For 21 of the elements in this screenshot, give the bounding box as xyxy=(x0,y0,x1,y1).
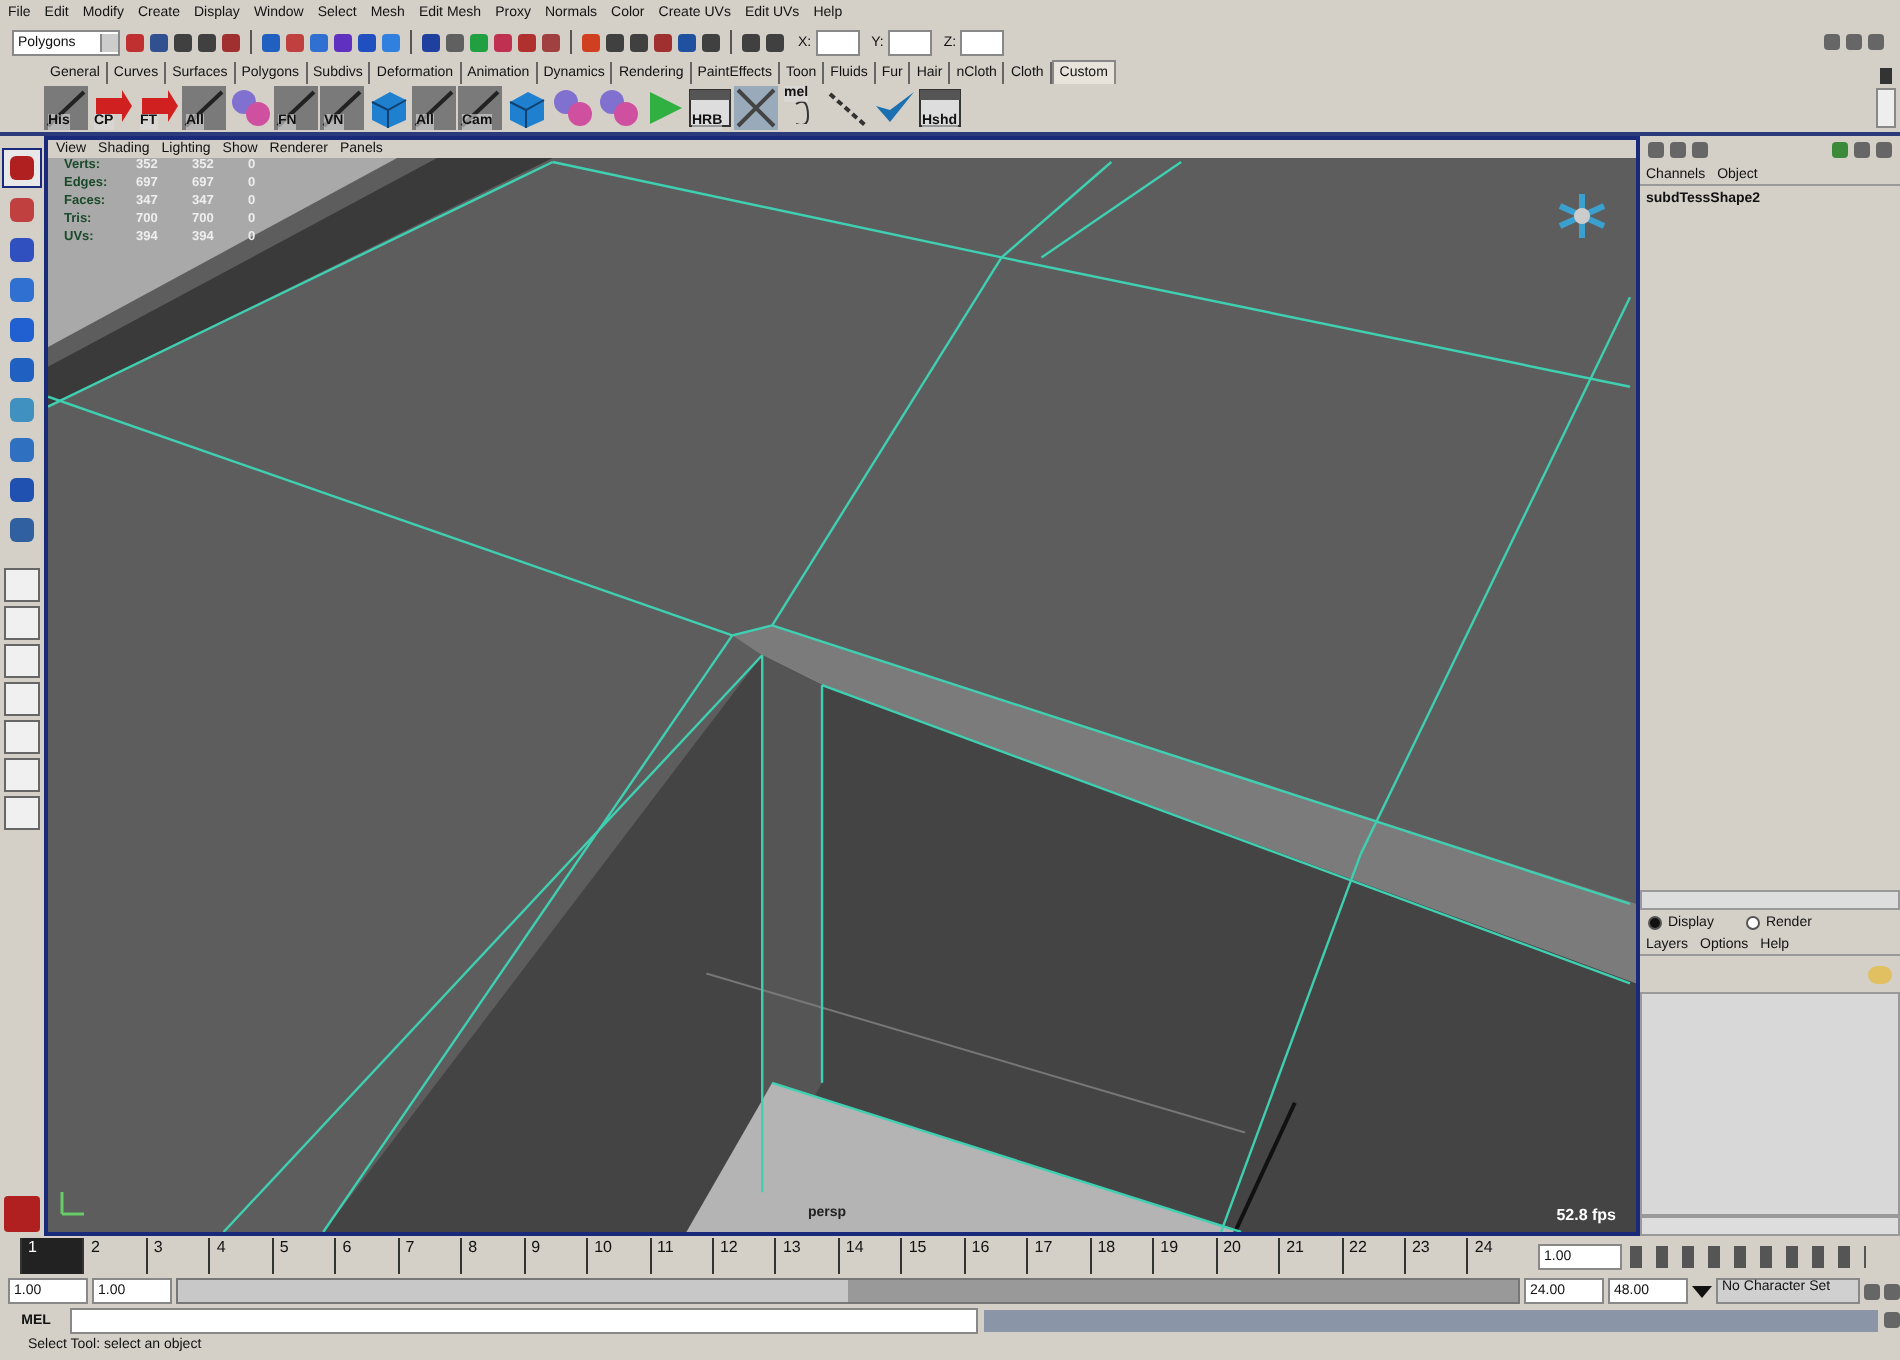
axis-icon xyxy=(56,1188,88,1220)
coordinate-field[interactable] xyxy=(815,29,860,55)
range-slider[interactable] xyxy=(176,1278,1520,1304)
fps-readout: 52.8 fps xyxy=(1556,1206,1616,1224)
layout-icon[interactable] xyxy=(4,606,40,640)
layout-icon[interactable] xyxy=(4,758,40,792)
tool-icon[interactable] xyxy=(4,472,40,508)
shelf-button[interactable] xyxy=(366,86,410,130)
coordinate-field[interactable] xyxy=(887,29,932,55)
layout-icon[interactable] xyxy=(4,644,40,678)
tool-icon[interactable] xyxy=(2,148,42,188)
shelf-button[interactable] xyxy=(734,86,778,130)
layout-icon[interactable] xyxy=(4,720,40,754)
coordinate-field[interactable] xyxy=(960,29,1005,55)
curl-icon xyxy=(794,100,810,124)
command-input[interactable] xyxy=(70,1307,978,1333)
layout-icon[interactable] xyxy=(4,682,40,716)
shelf-button[interactable] xyxy=(504,86,548,130)
layout-icon[interactable] xyxy=(4,568,40,602)
layout-icon[interactable] xyxy=(4,796,40,830)
tool-icon[interactable] xyxy=(4,232,40,268)
